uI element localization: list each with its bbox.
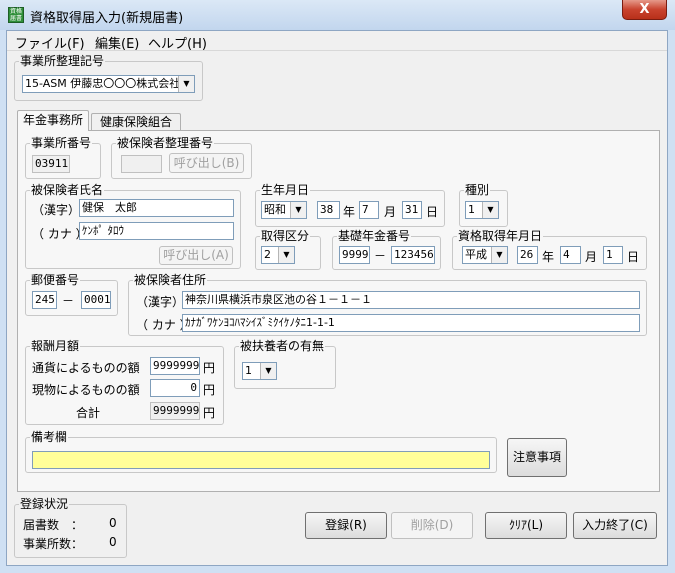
acquisition-type-value: 2 bbox=[264, 248, 271, 261]
salary-total-unit: 円 bbox=[203, 406, 216, 420]
window-client: ファイル(F) 編集(E) ヘルプ(H) 事業所整理記号 15-ASM 伊藤忠〇… bbox=[6, 30, 668, 566]
acquisition-date-year-unit: 年 bbox=[542, 250, 555, 264]
acquisition-date-day-field[interactable]: 1 bbox=[603, 246, 623, 264]
insured-number-field[interactable] bbox=[121, 155, 162, 173]
menu-bar: ファイル(F) 編集(E) ヘルプ(H) bbox=[7, 31, 667, 52]
forms-count-label: 届書数 ： bbox=[23, 518, 84, 532]
forms-count-value: 0 bbox=[109, 516, 117, 530]
birthdate-day-field[interactable]: 31 bbox=[402, 201, 422, 219]
salary-inkind-field[interactable]: 0 bbox=[150, 379, 200, 397]
pension-number-separator: － bbox=[374, 249, 387, 263]
birthdate-day-unit: 日 bbox=[426, 205, 439, 219]
name-kanji-field[interactable]: 健保 太郎 bbox=[79, 199, 234, 217]
remarks-label: 備考欄 bbox=[31, 430, 68, 444]
birthdate-label: 生年月日 bbox=[261, 183, 310, 197]
chevron-down-icon[interactable]: ▼ bbox=[278, 247, 294, 263]
acquisition-date-era-value: 平成 bbox=[465, 248, 487, 261]
office-code-select[interactable]: 15-ASM 伊藤忠〇〇〇株式会社 ▼ bbox=[22, 75, 195, 93]
postal-code-label: 郵便番号 bbox=[31, 273, 80, 287]
acquisition-date-month-field[interactable]: 4 bbox=[560, 246, 581, 264]
acquisition-date-era-select[interactable]: 平成 ▼ bbox=[462, 246, 508, 264]
birthdate-year-unit: 年 bbox=[343, 205, 356, 219]
office-code-value: 15-ASM 伊藤忠〇〇〇株式会社 bbox=[25, 77, 181, 90]
postal-code-separator: － bbox=[62, 294, 75, 308]
register-button[interactable]: 登録(R) bbox=[305, 512, 387, 539]
postal-code-part2[interactable]: 0001 bbox=[81, 291, 111, 309]
window-title: 資格取得届入力(新規届書) bbox=[30, 11, 184, 26]
acquisition-date-day-unit: 日 bbox=[627, 250, 640, 264]
birthdate-year-field[interactable]: 38 bbox=[317, 201, 340, 219]
address-kana-field[interactable]: ｶﾅｶﾞﾜｹﾝﾖｺﾊﾏｼｲｽﾞﾐｸｲｹﾉﾀﾆ1-1-1 bbox=[182, 314, 640, 332]
salary-total-field: 9999999 bbox=[150, 402, 200, 420]
address-label: 被保険者住所 bbox=[134, 273, 207, 287]
offices-count-label: 事業所数： bbox=[23, 537, 84, 551]
title-bar: 資格 届書 資格取得届入力(新規届書) X bbox=[0, 0, 675, 30]
registration-status-label: 登録状況 bbox=[20, 497, 69, 511]
call-button-a[interactable]: 呼び出し(A) bbox=[159, 246, 233, 265]
acquisition-date-year-field[interactable]: 26 bbox=[517, 246, 538, 264]
finish-input-button[interactable]: 入力終了(C) bbox=[573, 512, 657, 539]
acquisition-type-select[interactable]: 2 ▼ bbox=[261, 246, 295, 264]
delete-button[interactable]: 削除(D) bbox=[391, 512, 473, 539]
remarks-field[interactable] bbox=[32, 451, 490, 469]
birthdate-month-unit: 月 bbox=[384, 205, 397, 219]
menu-file[interactable]: ファイル(F) bbox=[15, 33, 85, 52]
tab-health-insurance[interactable]: 健康保険組合 bbox=[91, 113, 181, 131]
offices-count-value: 0 bbox=[109, 535, 117, 549]
chevron-down-icon[interactable]: ▼ bbox=[260, 363, 276, 379]
chevron-down-icon[interactable]: ▼ bbox=[178, 76, 194, 92]
birthdate-era-select[interactable]: 昭和 ▼ bbox=[261, 201, 307, 219]
salary-total-label: 合計 bbox=[76, 406, 101, 420]
chevron-down-icon[interactable]: ▼ bbox=[491, 247, 507, 263]
insured-name-label: 被保険者氏名 bbox=[31, 183, 104, 197]
salary-label: 報酬月額 bbox=[31, 339, 80, 353]
acquisition-date-month-unit: 月 bbox=[585, 250, 598, 264]
office-number-field: 03911 bbox=[32, 155, 70, 173]
dependents-select[interactable]: 1 ▼ bbox=[242, 362, 277, 380]
salary-inkind-label: 現物によるものの額 bbox=[32, 383, 140, 397]
tab-pension-office[interactable]: 年金事務所 bbox=[17, 110, 89, 131]
address-kanji-field[interactable]: 神奈川県横浜市泉区池の谷１－１－１ bbox=[182, 291, 640, 309]
insured-number-label: 被保険者整理番号 bbox=[117, 136, 214, 150]
call-button-b[interactable]: 呼び出し(B) bbox=[169, 153, 244, 173]
birthdate-month-field[interactable]: 7 bbox=[359, 201, 379, 219]
close-button[interactable]: X bbox=[622, 0, 667, 20]
pension-number-part1[interactable]: 9999 bbox=[339, 246, 370, 264]
pension-number-part2[interactable]: 123456 bbox=[391, 246, 435, 264]
salary-inkind-unit: 円 bbox=[203, 383, 216, 397]
menu-edit[interactable]: 編集(E) bbox=[95, 33, 139, 52]
dependents-label: 被扶養者の有無 bbox=[240, 339, 325, 353]
salary-currency-unit: 円 bbox=[203, 361, 216, 375]
acquisition-type-label: 取得区分 bbox=[261, 229, 310, 243]
app-icon: 資格 届書 bbox=[8, 7, 24, 23]
category-label: 種別 bbox=[465, 183, 490, 197]
salary-currency-field[interactable]: 9999999 bbox=[150, 357, 200, 375]
menu-help[interactable]: ヘルプ(H) bbox=[148, 33, 207, 52]
acquisition-date-label: 資格取得年月日 bbox=[458, 229, 543, 243]
chevron-down-icon[interactable]: ▼ bbox=[290, 202, 306, 218]
office-code-label: 事業所整理記号 bbox=[20, 54, 105, 68]
name-kana-field[interactable]: ｹﾝﾎﾟ ﾀﾛｳ bbox=[79, 222, 234, 240]
salary-currency-label: 通貨によるものの額 bbox=[32, 361, 140, 375]
postal-code-part1[interactable]: 245 bbox=[32, 291, 57, 309]
dependents-value: 1 bbox=[245, 364, 252, 377]
address-kanji-label: （漢字） bbox=[136, 295, 185, 309]
notice-button[interactable]: 注意事項 bbox=[507, 438, 567, 477]
chevron-down-icon[interactable]: ▼ bbox=[482, 202, 498, 218]
category-select[interactable]: 1 ▼ bbox=[465, 201, 499, 219]
name-kanji-label: （漢字） bbox=[32, 203, 81, 217]
category-value: 1 bbox=[468, 203, 475, 216]
office-number-label: 事業所番号 bbox=[31, 136, 92, 150]
pension-number-label: 基礎年金番号 bbox=[338, 229, 411, 243]
birthdate-era-value: 昭和 bbox=[264, 203, 286, 216]
clear-button[interactable]: ｸﾘｱ(L) bbox=[485, 512, 567, 539]
